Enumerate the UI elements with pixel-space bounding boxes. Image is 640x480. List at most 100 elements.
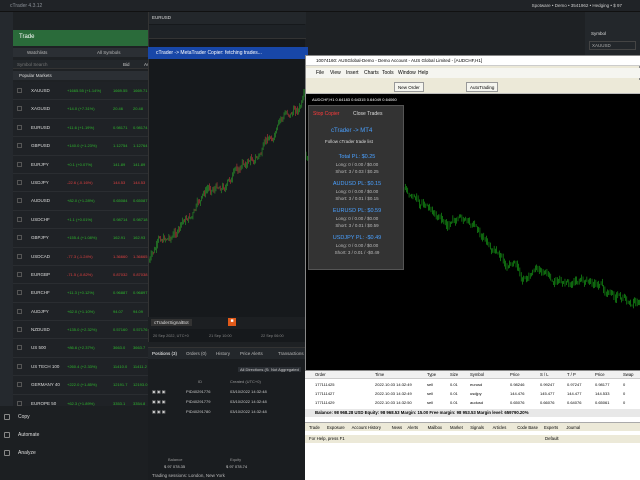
table-row[interactable]: 177111425 2022.10.03 14:32:49 sell 0.01 euru… bbox=[305, 381, 640, 389]
symbol-row[interactable]: GERMANY 40 +222.0 (+1.85%) 12191.7 12193… bbox=[13, 376, 148, 395]
nav-analyze[interactable]: Analyze bbox=[18, 450, 36, 456]
symbol-bid[interactable]: 0.57160 bbox=[113, 327, 127, 332]
terminal-col[interactable]: Price bbox=[510, 372, 520, 377]
table-row[interactable]: 177111429 2022.10.03 14:32:50 sell 0.01 audu… bbox=[305, 399, 640, 407]
symbol-ask[interactable]: 144.53 bbox=[133, 180, 145, 185]
close-trades-button[interactable]: Close Trades bbox=[353, 111, 382, 117]
symbol-bid[interactable]: 11410.0 bbox=[113, 364, 127, 369]
symbol-ask[interactable]: 141.89 bbox=[133, 162, 145, 167]
table-row[interactable]: ▣ ▣ ▣ PID40291780 03/10/2022 14:32:48 bbox=[148, 407, 305, 417]
table-row[interactable]: ▣ ▣ ▣ PID40291776 03/10/2022 14:32:48 bbox=[148, 387, 305, 397]
symbol-bid[interactable]: 20.46 bbox=[113, 106, 123, 111]
row-actions-icon[interactable]: ▣ ▣ ▣ bbox=[152, 409, 166, 414]
tab-all-symbols[interactable]: All Symbols bbox=[97, 50, 121, 55]
symbol-ask[interactable]: 0.96897 bbox=[133, 290, 147, 295]
symbol-bid[interactable]: 94.07 bbox=[113, 309, 123, 314]
stop-bot-icon[interactable]: ■ bbox=[228, 318, 236, 326]
account-info[interactable]: Spotware • Demo • 3541962 • Hedging • $ … bbox=[532, 3, 622, 8]
terminal-col[interactable]: Size bbox=[450, 372, 458, 377]
menu-charts[interactable]: Charts bbox=[364, 70, 379, 76]
symbol-bid[interactable]: 0.96887 bbox=[113, 290, 127, 295]
symbol-row[interactable]: XAGUSD +14.0 (+7.31%) 20.46 20.48 bbox=[13, 100, 148, 119]
symbol-row[interactable]: US 500 +86.6 (+2.37%) 3663.0 3663.7 bbox=[13, 339, 148, 358]
aggregation-filter[interactable]: Not Aggregated bbox=[269, 367, 301, 372]
symbol-ask[interactable]: 3354.8 bbox=[133, 401, 145, 406]
table-row[interactable]: ▣ ▣ ▣ PID40291779 03/10/2022 14:32:48 bbox=[148, 397, 305, 407]
trade-section-header[interactable]: Trade bbox=[13, 30, 148, 46]
symbol-bid[interactable]: 0.87032 bbox=[113, 272, 127, 277]
symbol-ask[interactable]: 0.87038 bbox=[133, 272, 147, 277]
tab-price-alerts[interactable]: Price Alerts bbox=[240, 351, 263, 356]
terminal-tab[interactable]: Trade bbox=[309, 425, 320, 430]
symbol-row[interactable]: EURUSD +11.6 (+1.19%) 0.98171 0.98174 bbox=[13, 118, 148, 138]
symbol-row[interactable]: USDCAD -77.3 (-1.24%) 1.36660 1.36665 bbox=[13, 247, 148, 266]
tab-watchlists[interactable]: Watchlists bbox=[27, 50, 47, 55]
symbol-ask[interactable]: 162.93 bbox=[133, 235, 145, 240]
stop-copier-button[interactable]: Stop Copier bbox=[313, 111, 339, 117]
symbol-bid[interactable]: 3663.0 bbox=[113, 345, 125, 350]
autotrading-button[interactable]: AutoTrading bbox=[466, 82, 499, 92]
terminal-col[interactable]: Symbol bbox=[470, 372, 484, 377]
tab-positions[interactable]: Positions (3) bbox=[152, 351, 177, 356]
symbol-ask[interactable]: 1.12764 bbox=[133, 143, 147, 148]
menu-view[interactable]: View bbox=[330, 70, 341, 76]
terminal-tab[interactable]: Code Base bbox=[517, 425, 538, 430]
terminal-tab[interactable]: Articles bbox=[493, 425, 507, 430]
table-row[interactable]: 177111427 2022.10.03 14:32:49 sell 0.01 usdj… bbox=[305, 390, 640, 398]
terminal-tab[interactable]: Mailbox bbox=[428, 425, 442, 430]
symbol-bid[interactable]: 162.91 bbox=[113, 235, 125, 240]
terminal-tab[interactable]: Signals bbox=[470, 425, 484, 430]
ctrader-chart[interactable]: EURUSD 20 Sep 2022, UTC+0 21 Sep 10:00 2… bbox=[148, 12, 306, 342]
menu-file[interactable]: File bbox=[316, 70, 324, 76]
symbol-bid[interactable]: 144.53 bbox=[113, 180, 125, 185]
symbol-ask[interactable]: 0.65087 bbox=[133, 198, 147, 203]
terminal-tab[interactable]: News bbox=[392, 425, 402, 430]
symbol-row[interactable]: AUDJPY +62.0 (+1.10%) 94.07 94.09 bbox=[13, 302, 148, 322]
symbol-row[interactable]: USDCHF +1.1 (+0.01%) 0.98714 0.98718 bbox=[13, 210, 148, 230]
tab-transactions[interactable]: Transactions bbox=[278, 351, 304, 356]
terminal-tab[interactable]: Account History bbox=[352, 425, 381, 430]
nav-copy[interactable]: Copy bbox=[18, 414, 30, 420]
symbol-ask[interactable]: 94.09 bbox=[133, 309, 143, 314]
row-actions-icon[interactable]: ▣ ▣ ▣ bbox=[152, 399, 166, 404]
terminal-col[interactable]: Order bbox=[315, 372, 326, 377]
symbol-ask[interactable]: 20.48 bbox=[133, 106, 143, 111]
popular-markets-header[interactable]: Popular Markets bbox=[13, 71, 148, 80]
terminal-tab[interactable]: Market bbox=[450, 425, 463, 430]
menu-help[interactable]: Help bbox=[418, 70, 428, 76]
symbol-ask[interactable]: 0.57176 bbox=[133, 327, 147, 332]
symbol-bid[interactable]: 1.36660 bbox=[113, 254, 127, 259]
symbol-search-bar[interactable]: Symbol Search Bid Ask bbox=[13, 60, 152, 69]
symbol-row[interactable]: XAUUSD +1665.55 (+1.14%) 1669.55 1669.71 bbox=[13, 82, 148, 101]
symbol-bid[interactable]: 1.12754 bbox=[113, 143, 127, 148]
symbol-ask[interactable]: 3663.7 bbox=[133, 345, 145, 350]
symbol-bid[interactable]: 12191.7 bbox=[113, 382, 127, 387]
symbol-row[interactable]: USDJPY -22.6 (-0.16%) 144.53 144.53 bbox=[13, 173, 148, 193]
symbol-bid[interactable]: 3353.1 bbox=[113, 401, 125, 406]
symbol-row[interactable]: EURCHF +11.3 (+0.12%) 0.96887 0.96897 bbox=[13, 284, 148, 303]
menu-tools[interactable]: Tools bbox=[382, 70, 394, 76]
tab-orders[interactable]: Orders (0) bbox=[186, 351, 207, 356]
symbol-row[interactable]: AUDUSD +82.0 (+1.28%) 0.65084 0.65087 bbox=[13, 192, 148, 211]
symbol-ask[interactable]: 0.98174 bbox=[133, 125, 147, 130]
symbol-field[interactable]: XAUUSD bbox=[589, 41, 636, 50]
terminal-tab[interactable]: Exposure bbox=[327, 425, 345, 430]
terminal-col[interactable]: T / P bbox=[567, 372, 576, 377]
tab-history[interactable]: History bbox=[216, 351, 230, 356]
symbol-row[interactable]: EURGBP -71.5 (-0.82%) 0.87032 0.87038 bbox=[13, 265, 148, 285]
terminal-col[interactable]: Time bbox=[375, 372, 384, 377]
terminal-tab[interactable]: Experts bbox=[544, 425, 558, 430]
terminal-tab[interactable]: Journal bbox=[566, 425, 580, 430]
nav-automate[interactable]: Automate bbox=[18, 432, 39, 438]
symbol-bid[interactable]: 0.65084 bbox=[113, 198, 127, 203]
symbol-ask[interactable]: 1669.71 bbox=[133, 88, 147, 93]
symbol-row[interactable]: GBPJPY +155.4 (+1.08%) 162.91 162.93 bbox=[13, 229, 148, 248]
terminal-tab[interactable]: Alerts bbox=[407, 425, 418, 430]
symbol-ask[interactable]: 0.98718 bbox=[133, 217, 147, 222]
terminal-col[interactable]: S / L bbox=[540, 372, 549, 377]
symbol-bid[interactable]: 141.89 bbox=[113, 162, 125, 167]
symbol-row[interactable]: NZDUSD +135.0 (+2.32%) 0.57160 0.57176 bbox=[13, 321, 148, 340]
symbol-row[interactable]: EURJPY +0.1 (+0.07%) 141.89 141.89 bbox=[13, 155, 148, 174]
terminal-col[interactable]: Type bbox=[427, 372, 436, 377]
symbol-tab[interactable]: Symbol bbox=[591, 31, 606, 36]
